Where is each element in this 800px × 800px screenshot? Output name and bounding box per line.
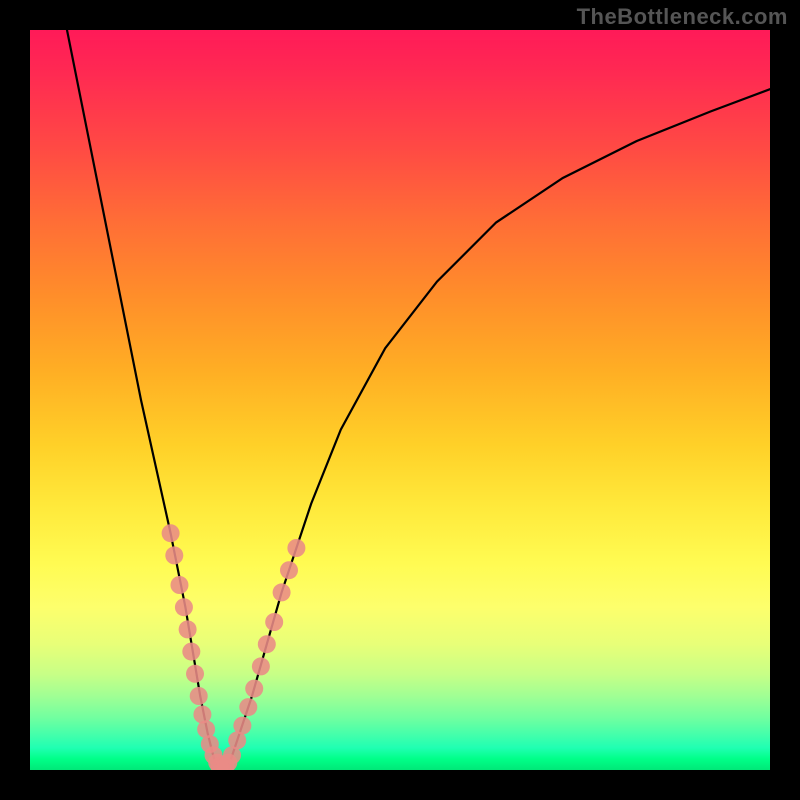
data-point xyxy=(162,524,180,542)
data-point xyxy=(175,598,193,616)
data-point xyxy=(273,583,291,601)
watermark-text: TheBottleneck.com xyxy=(577,4,788,30)
data-point xyxy=(233,717,251,735)
data-point xyxy=(186,665,204,683)
data-point xyxy=(265,613,283,631)
data-point xyxy=(239,698,257,716)
chart-overlay xyxy=(30,30,770,770)
bottleneck-curve-path xyxy=(67,30,770,770)
data-points xyxy=(162,524,306,770)
data-point xyxy=(258,635,276,653)
data-point xyxy=(179,620,197,638)
data-point xyxy=(170,576,188,594)
data-point xyxy=(280,561,298,579)
plot-area xyxy=(30,30,770,770)
data-point xyxy=(245,680,263,698)
data-point xyxy=(190,687,208,705)
data-point xyxy=(287,539,305,557)
data-point xyxy=(252,657,270,675)
chart-frame: TheBottleneck.com xyxy=(0,0,800,800)
data-point xyxy=(182,643,200,661)
bottleneck-curve xyxy=(67,30,770,770)
data-point xyxy=(165,546,183,564)
